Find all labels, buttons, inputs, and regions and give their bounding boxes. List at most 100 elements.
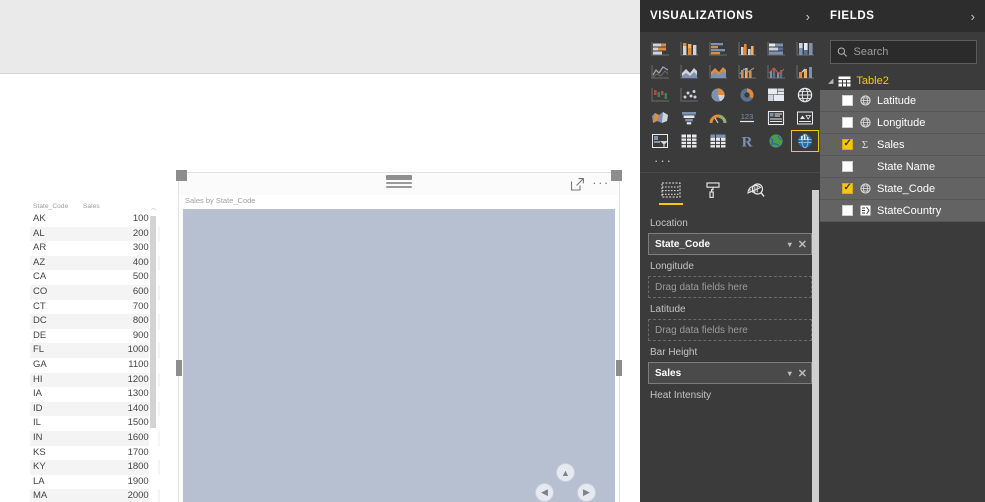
- map-icon[interactable]: [791, 84, 819, 106]
- scrollbar-thumb[interactable]: [150, 216, 156, 428]
- table-row[interactable]: DC 8000: [30, 314, 160, 329]
- funnel-chart-icon[interactable]: [675, 107, 703, 129]
- more-visuals-button[interactable]: ···: [646, 152, 816, 170]
- treemap-icon[interactable]: [762, 84, 790, 106]
- visual-drag-handle[interactable]: [386, 175, 412, 188]
- visual-more-options-button[interactable]: ···: [591, 176, 611, 192]
- fields-table-node[interactable]: ◢ Table2: [820, 72, 985, 90]
- table-row[interactable]: IA 13000: [30, 387, 160, 402]
- map-plot-area[interactable]: ▲ ◀ ▶ ▼ − +: [183, 209, 615, 502]
- field-checkbox[interactable]: [842, 138, 853, 150]
- well-field-bar-height[interactable]: Sales ▾ ✕: [648, 362, 812, 384]
- table-row[interactable]: MA 20000: [30, 489, 160, 502]
- filled-map-icon[interactable]: [646, 107, 674, 129]
- collapse-chevron-icon[interactable]: ›: [806, 9, 810, 24]
- globe-map-visual[interactable]: ··· Sales by State_Code ▲ ◀ ▶ ▼ − +: [178, 172, 620, 502]
- table-row[interactable]: CA 5000: [30, 270, 160, 285]
- field-checkbox[interactable]: [842, 117, 853, 128]
- multi-row-card-icon[interactable]: [762, 107, 790, 129]
- table-row[interactable]: AR 3000: [30, 241, 160, 256]
- resize-handle-top-left[interactable]: [176, 170, 187, 181]
- table-scrollbar[interactable]: ︿ ﹀: [149, 205, 158, 502]
- pie-chart-icon[interactable]: [704, 84, 732, 106]
- line-chart-icon[interactable]: [646, 61, 674, 83]
- pan-right-button[interactable]: ▶: [577, 483, 596, 502]
- visualizations-pane-scrollbar[interactable]: [812, 190, 819, 502]
- tab-fields[interactable]: [656, 175, 686, 205]
- well-dropzone-longitude[interactable]: Drag data fields here: [648, 276, 812, 298]
- well-remove-icon[interactable]: ✕: [798, 238, 807, 251]
- well-remove-icon[interactable]: ✕: [798, 367, 807, 380]
- well-dropzone-latitude[interactable]: Drag data fields here: [648, 319, 812, 341]
- table-row[interactable]: IL 15000: [30, 416, 160, 431]
- line-and-clustered-column-chart-icon[interactable]: [762, 61, 790, 83]
- table-row[interactable]: CO 6000: [30, 284, 160, 300]
- field-item-state-code[interactable]: State_Code: [820, 178, 985, 200]
- resize-handle-right[interactable]: [616, 360, 622, 376]
- field-checkbox[interactable]: [842, 182, 853, 194]
- field-item-longitude[interactable]: Longitude: [820, 112, 985, 134]
- stacked-column-chart-icon[interactable]: [675, 38, 703, 60]
- table-row[interactable]: LA 19000: [30, 475, 160, 490]
- matrix-icon[interactable]: [704, 130, 732, 152]
- clustered-bar-chart-icon[interactable]: [704, 38, 732, 60]
- well-dropdown-caret-icon[interactable]: ▾: [788, 240, 792, 249]
- fields-collapse-chevron-icon[interactable]: ›: [971, 9, 975, 24]
- table-row[interactable]: AK 1000: [30, 212, 160, 227]
- pan-up-button[interactable]: ▲: [556, 463, 575, 482]
- kpi-icon[interactable]: [791, 107, 819, 129]
- resize-handle-top-right[interactable]: [611, 170, 622, 181]
- slicer-icon[interactable]: [646, 130, 674, 152]
- table-row[interactable]: DE 9000: [30, 329, 160, 344]
- tab-analytics[interactable]: [740, 175, 770, 205]
- table-row[interactable]: GA 11000: [30, 358, 160, 373]
- focus-mode-icon[interactable]: [570, 177, 585, 192]
- well-dropdown-caret-icon[interactable]: ▾: [788, 369, 792, 378]
- table-icon[interactable]: [675, 130, 703, 152]
- area-chart-icon[interactable]: [675, 61, 703, 83]
- hundred-percent-stacked-bar-chart-icon[interactable]: [762, 38, 790, 60]
- report-canvas[interactable]: State_Code Sales AK 1000 AL 2000 AR 3000 AZ 400…: [0, 75, 640, 502]
- table-row[interactable]: AL 2000: [30, 226, 160, 242]
- search-input[interactable]: [853, 46, 970, 58]
- table-row[interactable]: CT 7000: [30, 300, 160, 315]
- scatter-chart-icon[interactable]: [675, 84, 703, 106]
- globe-map-icon[interactable]: [791, 130, 819, 152]
- table-visual[interactable]: State_Code Sales AK 1000 AL 2000 AR 3000 AZ 400…: [30, 203, 160, 502]
- hundred-percent-stacked-column-chart-icon[interactable]: [791, 38, 819, 60]
- stacked-area-chart-icon[interactable]: [704, 61, 732, 83]
- column-header-state-code[interactable]: State_Code: [33, 203, 79, 210]
- pan-left-button[interactable]: ◀: [535, 483, 554, 502]
- field-item-latitude[interactable]: Latitude: [820, 90, 985, 112]
- tab-format[interactable]: [698, 175, 728, 205]
- field-checkbox[interactable]: [842, 205, 853, 216]
- field-item-statecountry[interactable]: StateCountry: [820, 200, 985, 222]
- expand-collapse-triangle-icon[interactable]: ◢: [828, 77, 833, 85]
- well-field-location[interactable]: State_Code ▾ ✕: [648, 233, 812, 255]
- table-row[interactable]: FL 10000: [30, 343, 160, 358]
- field-item-sales[interactable]: Σ Sales: [820, 134, 985, 156]
- table-row[interactable]: ID 14000: [30, 401, 160, 417]
- search-box[interactable]: [830, 40, 977, 64]
- gauge-icon[interactable]: [704, 107, 732, 129]
- table-row[interactable]: KS 17000: [30, 446, 160, 461]
- field-checkbox[interactable]: [842, 161, 853, 172]
- table-row[interactable]: HI 12000: [30, 372, 160, 388]
- table-row[interactable]: KY 18000: [30, 460, 160, 475]
- table-row[interactable]: AZ 4000: [30, 255, 160, 271]
- resize-handle-left[interactable]: [176, 360, 182, 376]
- column-header-sales[interactable]: Sales: [79, 203, 158, 210]
- donut-chart-icon[interactable]: [733, 84, 761, 106]
- scroll-up-arrow-icon[interactable]: ︿: [149, 205, 158, 214]
- ribbon-chart-icon[interactable]: [791, 61, 819, 83]
- field-item-state-name[interactable]: State Name: [820, 156, 985, 178]
- line-and-stacked-column-chart-icon[interactable]: [733, 61, 761, 83]
- waterfall-chart-icon[interactable]: [646, 84, 674, 106]
- stacked-bar-chart-icon[interactable]: [646, 38, 674, 60]
- clustered-column-chart-icon[interactable]: [733, 38, 761, 60]
- r-script-visual-icon[interactable]: R: [733, 130, 761, 152]
- card-icon[interactable]: 123: [733, 107, 761, 129]
- field-checkbox[interactable]: [842, 95, 853, 106]
- table-row[interactable]: IN 16000: [30, 430, 160, 446]
- arcgis-map-icon[interactable]: [762, 130, 790, 152]
